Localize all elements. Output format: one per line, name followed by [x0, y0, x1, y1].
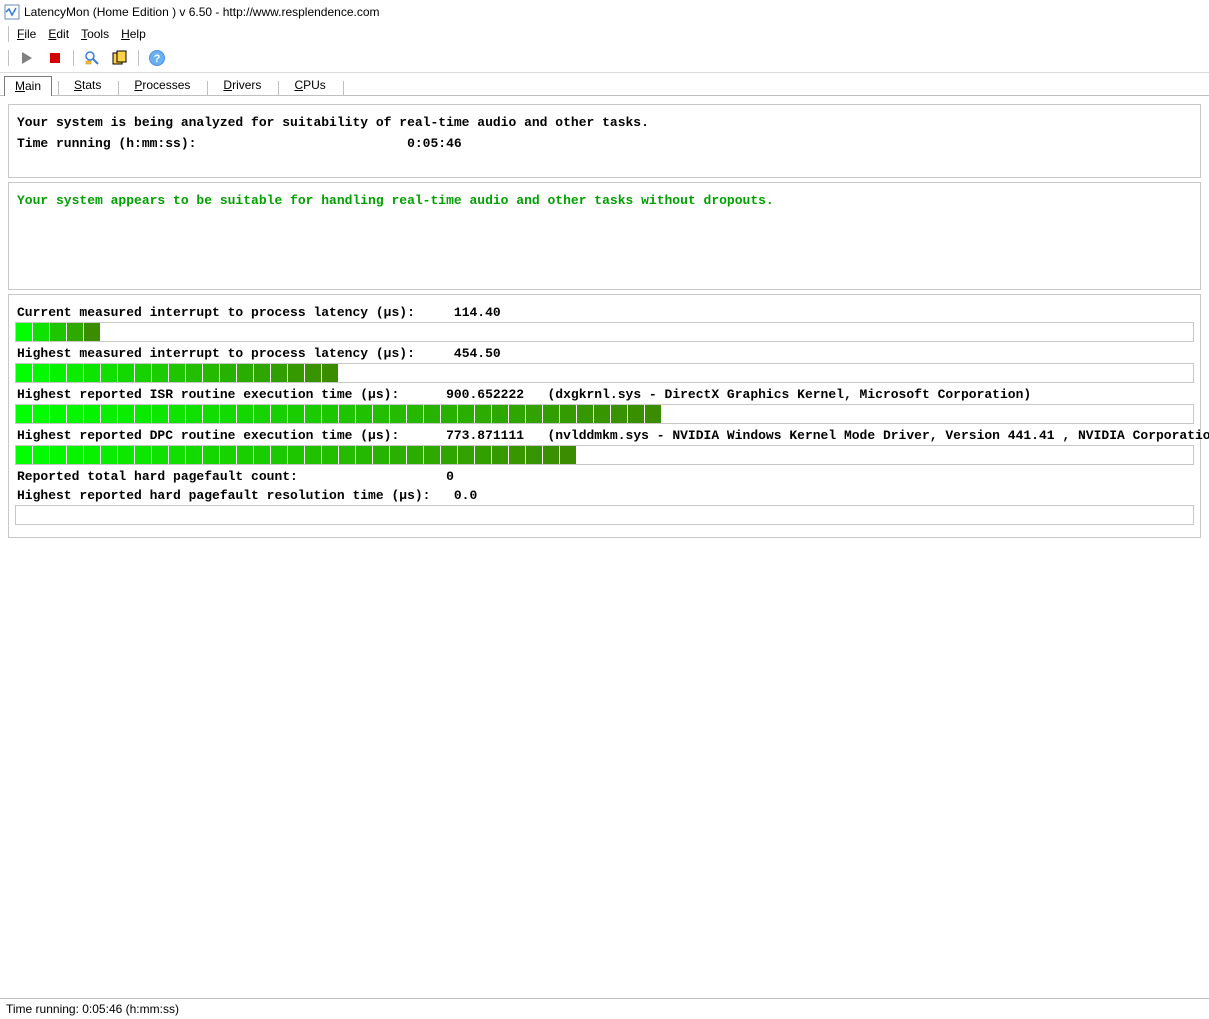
menu-help-rest: elp	[130, 27, 146, 41]
tabstrip: Main Stats Processes Drivers CPUs	[0, 73, 1209, 96]
tab-processes[interactable]: Processes	[123, 75, 201, 95]
analysis-panel: Your system is being analyzed for suitab…	[8, 104, 1201, 178]
titlebar: LatencyMon (Home Edition ) v 6.50 - http…	[0, 0, 1209, 24]
content-area: Your system is being analyzed for suitab…	[0, 96, 1209, 998]
app-icon	[4, 4, 20, 20]
process-tool-button[interactable]	[80, 46, 104, 70]
metric-highest-latency: Highest measured interrupt to process la…	[15, 346, 1194, 383]
tab-main[interactable]: Main	[4, 76, 52, 96]
menu-file[interactable]: File	[11, 27, 42, 41]
tab-stats[interactable]: Stats	[63, 75, 112, 95]
verdict-text: Your system appears to be suitable for h…	[17, 191, 1192, 212]
toolbar: ?	[0, 44, 1209, 73]
menu-help[interactable]: Help	[115, 27, 152, 41]
metrics-panel: Current measured interrupt to process la…	[8, 294, 1201, 538]
window: LatencyMon (Home Edition ) v 6.50 - http…	[0, 0, 1209, 998]
analysis-line1: Your system is being analyzed for suitab…	[17, 113, 1192, 134]
metric-isr: Highest reported ISR routine execution t…	[15, 387, 1194, 424]
window-title: LatencyMon (Home Edition ) v 6.50 - http…	[24, 5, 380, 19]
bar-pagefault	[15, 505, 1194, 525]
menu-separator	[8, 26, 9, 42]
status-text: Time running: 0:05:46 (h:mm:ss)	[6, 1002, 179, 1016]
bar-highest-latency	[15, 363, 1194, 383]
bar-isr	[15, 404, 1194, 424]
stop-icon	[49, 52, 61, 64]
pagefault-resolution: Highest reported hard pagefault resoluti…	[17, 488, 1194, 503]
play-icon	[20, 51, 34, 65]
menu-tools[interactable]: Tools	[75, 27, 115, 41]
svg-text:?: ?	[154, 53, 161, 65]
tab-drivers[interactable]: Drivers	[212, 75, 272, 95]
help-icon: ?	[148, 49, 166, 67]
toolbar-separator-2	[138, 50, 139, 66]
bar-dpc	[15, 445, 1194, 465]
help-button[interactable]: ?	[145, 46, 169, 70]
copy-button[interactable]	[108, 46, 132, 70]
magnifier-icon	[84, 50, 100, 66]
statusbar: Time running: 0:05:46 (h:mm:ss)	[0, 998, 1209, 1019]
menu-edit-rest: dit	[56, 27, 69, 41]
toolbar-separator-left	[8, 50, 9, 66]
tab-cpus[interactable]: CPUs	[283, 75, 336, 95]
bar-current-latency	[15, 322, 1194, 342]
analysis-time: Time running (h:mm:ss): 0:05:46	[17, 134, 1192, 155]
pagefault-count: Reported total hard pagefault count: 0	[17, 469, 1194, 484]
metric-dpc: Highest reported DPC routine execution t…	[15, 428, 1194, 465]
menu-file-rest: ile	[24, 27, 36, 41]
menubar: File Edit Tools Help	[0, 24, 1209, 44]
play-button[interactable]	[15, 46, 39, 70]
stop-button[interactable]	[43, 46, 67, 70]
menu-edit[interactable]: Edit	[42, 27, 75, 41]
menu-tools-rest: ools	[87, 27, 109, 41]
copy-icon	[112, 50, 128, 66]
verdict-panel: Your system appears to be suitable for h…	[8, 182, 1201, 290]
metric-current-latency: Current measured interrupt to process la…	[15, 305, 1194, 342]
toolbar-separator-1	[73, 50, 74, 66]
